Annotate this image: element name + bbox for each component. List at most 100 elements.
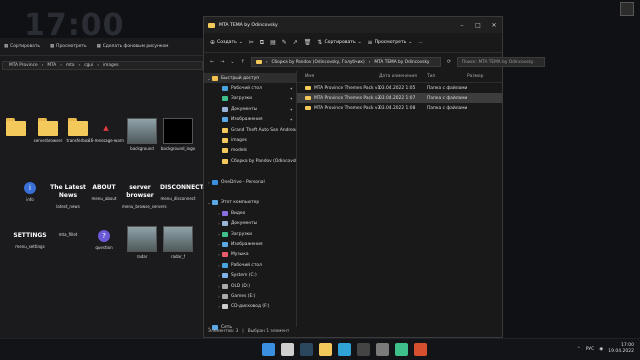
forward-icon[interactable]: →	[220, 59, 224, 65]
back-icon[interactable]: ←	[210, 59, 214, 65]
windows-start-icon[interactable]	[262, 343, 275, 356]
pin-icon: ✦	[289, 106, 293, 112]
share-icon[interactable]: ↗	[293, 39, 298, 46]
app-icon-2[interactable]	[395, 343, 408, 356]
sidebar-item[interactable]: images	[204, 135, 296, 145]
breadcrumb-item[interactable]: MTA	[47, 63, 56, 68]
language-indicator[interactable]: РУС	[586, 347, 595, 352]
address-bar[interactable]: › Сборка by Pandov (Odincovsky, Голубчик…	[250, 57, 441, 67]
search-icon[interactable]	[281, 343, 294, 356]
column-size[interactable]: Размер	[467, 74, 497, 79]
chevron-up-icon[interactable]: ⌃	[577, 347, 581, 352]
avatar[interactable]	[620, 2, 634, 16]
background-item[interactable]: ▲ 16-message-warn	[88, 118, 124, 143]
sidebar-item[interactable]: › Рабочий стол	[204, 260, 296, 270]
taskbar-clock[interactable]: 17:00 19.04.2022	[608, 343, 634, 355]
column-date[interactable]: Дата изменения	[379, 74, 427, 79]
sidebar-item[interactable]: Загрузки ✦	[204, 94, 296, 104]
wifi-icon[interactable]: ◉	[599, 347, 603, 352]
sidebar-item[interactable]: Изображения ✦	[204, 115, 296, 125]
background-item[interactable]: radar	[124, 226, 160, 259]
app-icon-3[interactable]	[414, 343, 427, 356]
sidebar-item[interactable]: Сборка by Pandov (Odincovsky, Голубчик)	[204, 156, 296, 166]
app-icon-1[interactable]	[357, 343, 370, 356]
sidebar-item[interactable]: › CD-дисковод (F:)	[204, 302, 296, 312]
edge-icon[interactable]	[338, 343, 351, 356]
background-item[interactable]: background_logo	[160, 118, 196, 151]
up-icon[interactable]: ↑	[241, 59, 245, 65]
steam-icon[interactable]	[300, 343, 313, 356]
background-toolbar-button[interactable]: ▦ Сделать фоновым рисунком	[97, 44, 169, 49]
breadcrumb-separator: ›	[97, 63, 99, 68]
background-item[interactable]: ABOUT menu_about	[86, 178, 122, 201]
breadcrumb-item[interactable]: MTA TEMA by Odincovsky	[374, 60, 429, 65]
column-name[interactable]: Имя	[297, 74, 379, 79]
sidebar-item[interactable]: Grand Theft Auto San Andreas	[204, 125, 296, 135]
rename-icon[interactable]: ✎	[282, 39, 287, 46]
search-input[interactable]: Поиск: MTA TEMA by Odincovsky	[457, 57, 546, 67]
recent-icon[interactable]: ⌄	[230, 59, 234, 65]
background-item[interactable]: background	[124, 118, 160, 151]
copy-icon[interactable]: ⧉	[260, 39, 264, 47]
maximize-icon[interactable]: □	[470, 22, 486, 29]
column-type[interactable]: Тип	[427, 74, 467, 79]
table-row[interactable]: MTA Province Themes Pack v2 03.04.2022 1:…	[297, 93, 502, 103]
breadcrumb-item[interactable]: MTA Province	[9, 63, 38, 68]
close-icon[interactable]: ✕	[486, 22, 502, 29]
breadcrumb-item[interactable]: Сборка by Pandov (Odincovsky, Голубчик)	[272, 60, 365, 65]
background-item[interactable]	[0, 118, 34, 138]
sidebar-item[interactable]: ⌄ Этот компьютер	[204, 198, 296, 208]
sidebar-item[interactable]: › Изображения	[204, 239, 296, 249]
column-headers: Имя Дата изменения Тип Размер	[297, 71, 502, 83]
sidebar-item[interactable]: › Games (E:)	[204, 291, 296, 301]
more-button[interactable]: ...	[418, 40, 422, 45]
background-path[interactable]: MTA Province › MTA › mta › cgui › images	[2, 61, 203, 70]
sidebar-item[interactable]: › Видео	[204, 208, 296, 218]
background-toolbar-button[interactable]: ▦ Просмотреть	[50, 44, 87, 49]
sidebar-item[interactable]: › OneDrive - Personal	[204, 177, 296, 187]
cut-icon[interactable]: ✂	[249, 39, 254, 46]
sidebar-item[interactable]: › Загрузки	[204, 229, 296, 239]
sidebar-item[interactable]: › Документы	[204, 218, 296, 228]
background-item[interactable]: SETTINGS menu_settings	[12, 226, 48, 249]
table-row[interactable]: MTA Province Themes Pack v1 03.04.2022 1:…	[297, 83, 502, 93]
background-item[interactable]: i info	[12, 178, 48, 202]
refresh-icon[interactable]: ⟳	[447, 59, 451, 65]
sidebar-item[interactable]: › OLD (D:)	[204, 281, 296, 291]
sort-button[interactable]: ⇅ Сортировать ⌄	[317, 39, 361, 46]
table-row[interactable]: MTA Province Themes Pack v3 03.04.2022 1:…	[297, 103, 502, 113]
background-item[interactable]: DISCONNECT menu_disconnect	[160, 178, 204, 201]
file-rows: MTA Province Themes Pack v1 03.04.2022 1:…	[297, 83, 502, 113]
warning-icon: ▲	[103, 124, 109, 132]
file-explorer-icon[interactable]	[319, 343, 332, 356]
breadcrumb-item[interactable]: images	[103, 63, 119, 68]
sidebar-item[interactable]: ⌄ Быстрый доступ	[204, 73, 296, 84]
sidebar-item[interactable]: › Музыка	[204, 250, 296, 260]
breadcrumb-item[interactable]: cgui	[84, 63, 93, 68]
breadcrumb-item[interactable]: mta	[66, 63, 75, 68]
sidebar-item[interactable]: models	[204, 146, 296, 156]
delete-icon[interactable]: 🗑	[304, 39, 312, 46]
sort-icon: ▦	[4, 44, 9, 49]
sidebar-item[interactable]: Рабочий стол ✦	[204, 83, 296, 93]
background-item[interactable]: ? question	[86, 226, 122, 250]
store-icon[interactable]	[376, 343, 389, 356]
create-button[interactable]: ⊕ Создать ⌄	[210, 39, 243, 46]
background-item[interactable]: server browser menu_browse_servers	[122, 178, 167, 209]
file-date: 03.04.2022 1:07	[379, 95, 416, 101]
sidebar-item-label: Изображения	[231, 117, 263, 123]
background-item[interactable]: mta_fillet	[50, 226, 86, 237]
paste-icon[interactable]: ▤	[270, 39, 276, 46]
sidebar-item[interactable]: Документы ✦	[204, 104, 296, 114]
minimize-icon[interactable]: –	[454, 22, 470, 29]
title-bar[interactable]: MTA TEMA by Odincovsky – □ ✕	[204, 17, 502, 33]
sort-label: Сортировать	[324, 40, 356, 45]
sidebar-item[interactable]: › System (C:)	[204, 270, 296, 280]
sidebar-item-label: Изображения	[231, 241, 263, 247]
view-button[interactable]: ≡ Просмотреть ⌄	[368, 39, 413, 46]
taskbar-apps	[262, 343, 427, 356]
background-toolbar-button[interactable]: ▦ Сортировать	[4, 44, 40, 49]
image-thumbnail	[163, 226, 193, 252]
background-item[interactable]: radar_f	[160, 226, 196, 259]
background-item[interactable]: The Latest News latest_news	[50, 178, 86, 209]
